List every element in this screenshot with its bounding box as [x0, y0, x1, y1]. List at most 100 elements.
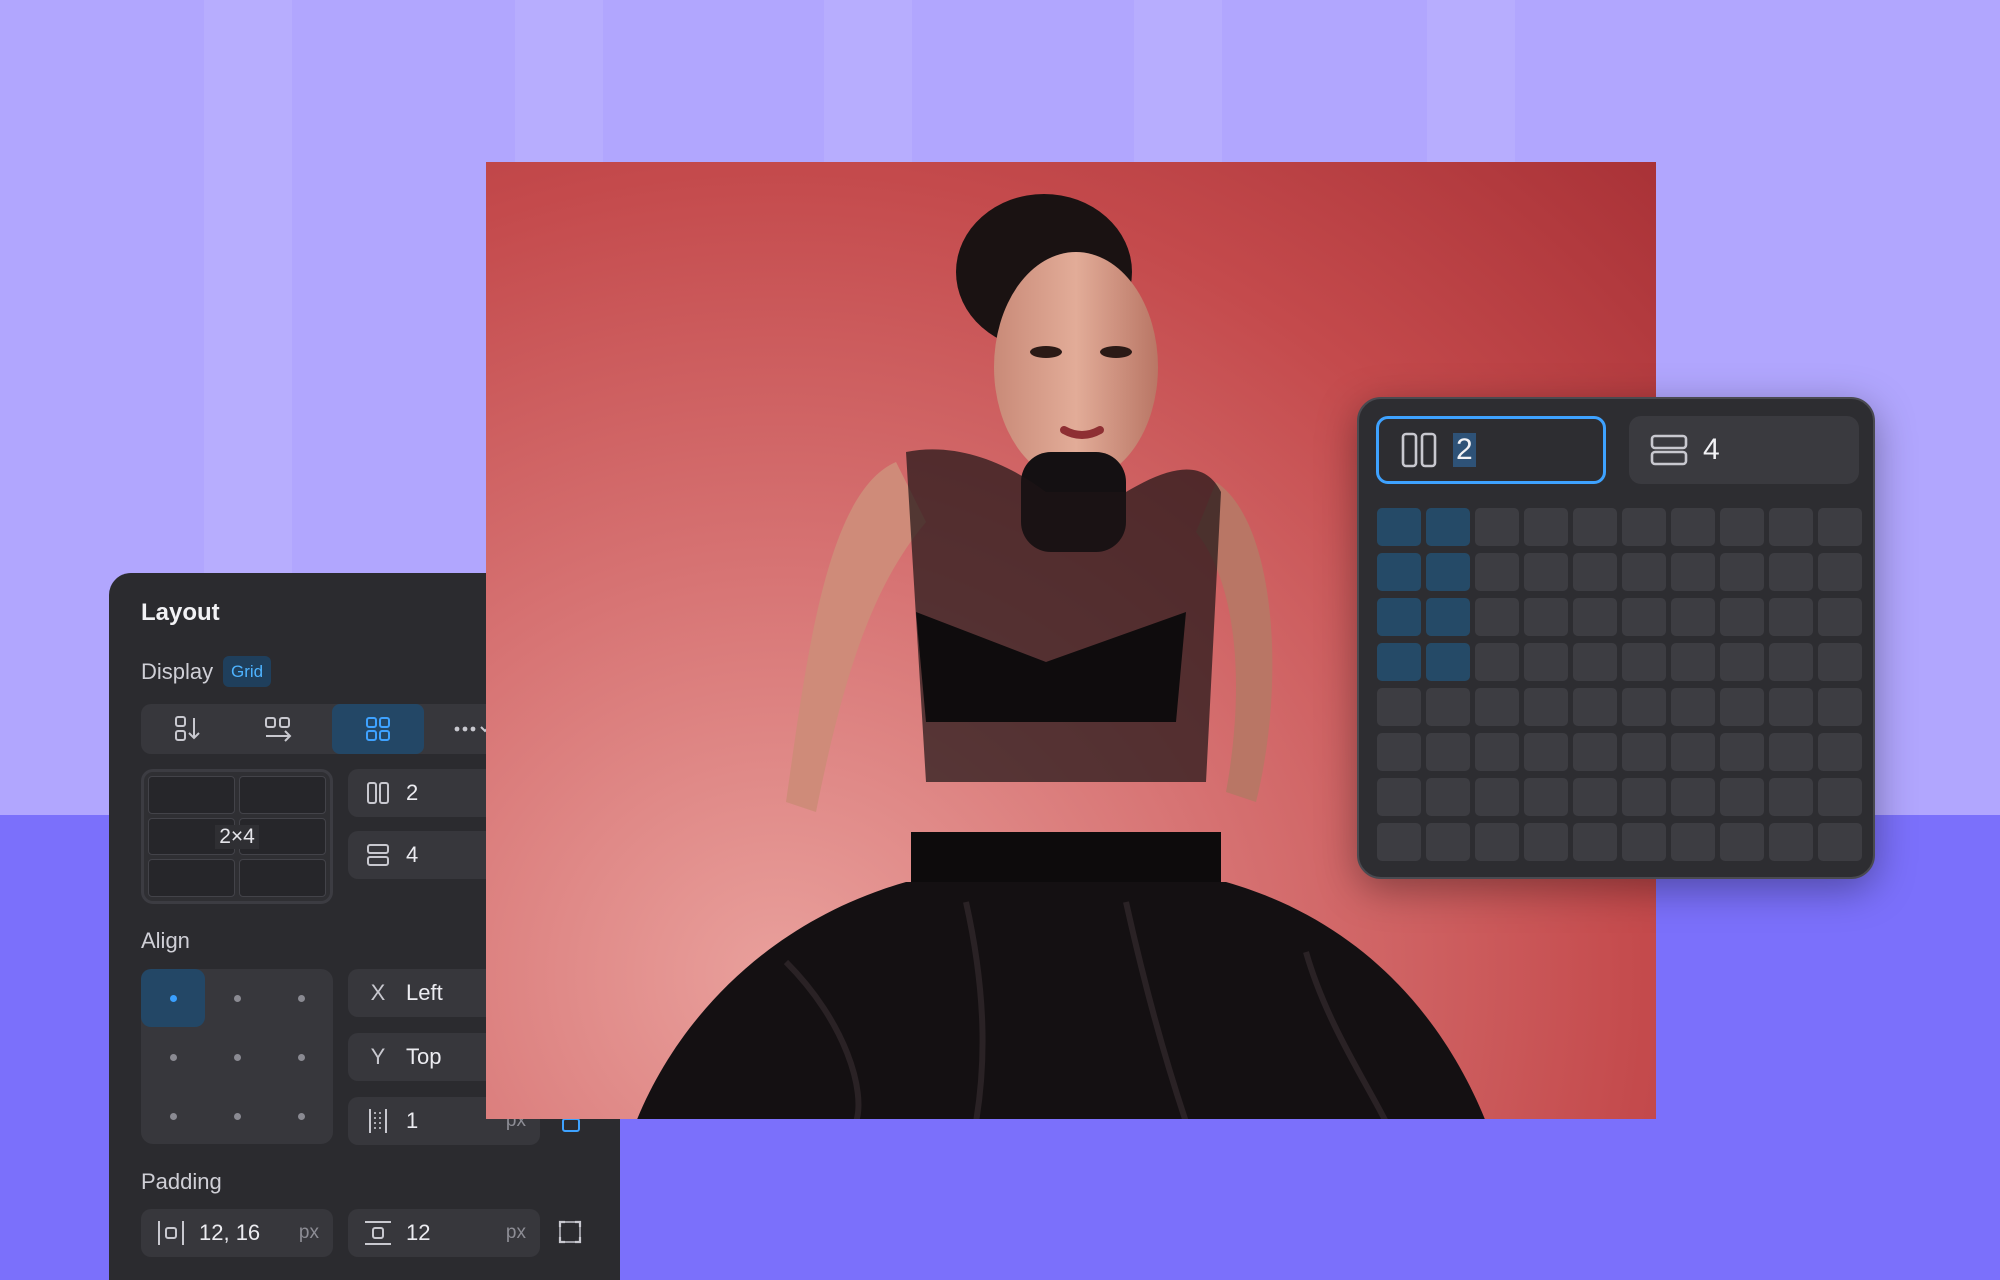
- grid-cell[interactable]: [1426, 553, 1470, 591]
- grid-cell[interactable]: [1671, 688, 1715, 726]
- grid-cell[interactable]: [1426, 823, 1470, 861]
- grid-cell[interactable]: [1475, 778, 1519, 816]
- grid-cell[interactable]: [1573, 688, 1617, 726]
- grid-cell[interactable]: [1671, 508, 1715, 546]
- grid-cell[interactable]: [1426, 688, 1470, 726]
- grid-cell[interactable]: [1475, 823, 1519, 861]
- grid-cell[interactable]: [1426, 598, 1470, 636]
- grid-cell[interactable]: [1524, 598, 1568, 636]
- grid-cell[interactable]: [1720, 823, 1764, 861]
- grid-cell[interactable]: [1426, 508, 1470, 546]
- grid-cell[interactable]: [1769, 553, 1813, 591]
- vertical-stack-button[interactable]: [141, 704, 233, 754]
- grid-cell[interactable]: [1475, 553, 1519, 591]
- grid-cell[interactable]: [1720, 688, 1764, 726]
- grid-cell[interactable]: [1671, 778, 1715, 816]
- grid-cell[interactable]: [1622, 688, 1666, 726]
- grid-cell[interactable]: [1573, 778, 1617, 816]
- grid-cell[interactable]: [1622, 733, 1666, 771]
- grid-cell-matrix[interactable]: [1377, 508, 1862, 862]
- grid-cell[interactable]: [1475, 733, 1519, 771]
- grid-cell[interactable]: [1573, 643, 1617, 681]
- grid-cell[interactable]: [1818, 688, 1862, 726]
- individual-padding-icon[interactable]: [557, 1219, 583, 1245]
- grid-cell[interactable]: [1622, 508, 1666, 546]
- grid-cell[interactable]: [1573, 553, 1617, 591]
- horizontal-stack-button[interactable]: [233, 704, 325, 754]
- align-dot-bottom-left[interactable]: [170, 1113, 177, 1120]
- grid-cell[interactable]: [1720, 778, 1764, 816]
- align-dot-center[interactable]: [234, 1054, 241, 1061]
- grid-cell[interactable]: [1573, 598, 1617, 636]
- padding-horizontal-field[interactable]: 12, 16 px: [141, 1209, 333, 1257]
- grid-cell[interactable]: [1622, 643, 1666, 681]
- padding-vertical-field[interactable]: 12 px: [348, 1209, 540, 1257]
- grid-cell[interactable]: [1622, 553, 1666, 591]
- align-dot-top-center[interactable]: [234, 995, 241, 1002]
- picker-rows-input[interactable]: 4: [1629, 416, 1859, 484]
- grid-cell[interactable]: [1818, 778, 1862, 816]
- grid-cell[interactable]: [1475, 643, 1519, 681]
- grid-cell[interactable]: [1720, 553, 1764, 591]
- grid-cell[interactable]: [1524, 508, 1568, 546]
- grid-cell[interactable]: [1377, 553, 1421, 591]
- grid-cell[interactable]: [1426, 778, 1470, 816]
- grid-cell[interactable]: [1622, 778, 1666, 816]
- grid-cell[interactable]: [1671, 733, 1715, 771]
- grid-cell[interactable]: [1377, 823, 1421, 861]
- grid-cell[interactable]: [1769, 643, 1813, 681]
- grid-cell[interactable]: [1818, 643, 1862, 681]
- grid-cell[interactable]: [1573, 823, 1617, 861]
- grid-cell[interactable]: [1818, 508, 1862, 546]
- align-dot-bottom-right[interactable]: [298, 1113, 305, 1120]
- grid-cell[interactable]: [1377, 643, 1421, 681]
- grid-cell[interactable]: [1769, 508, 1813, 546]
- grid-cell[interactable]: [1524, 643, 1568, 681]
- grid-cell[interactable]: [1720, 643, 1764, 681]
- grid-cell[interactable]: [1671, 643, 1715, 681]
- grid-cell[interactable]: [1573, 508, 1617, 546]
- grid-preview[interactable]: 2×4: [141, 769, 333, 904]
- grid-cell[interactable]: [1818, 553, 1862, 591]
- grid-cell[interactable]: [1475, 508, 1519, 546]
- grid-cell[interactable]: [1475, 598, 1519, 636]
- grid-cell[interactable]: [1720, 508, 1764, 546]
- grid-cell[interactable]: [1524, 778, 1568, 816]
- align-dot-top-left[interactable]: [170, 995, 177, 1002]
- grid-cell[interactable]: [1818, 823, 1862, 861]
- grid-cell[interactable]: [1769, 598, 1813, 636]
- grid-cell[interactable]: [1818, 733, 1862, 771]
- grid-cell[interactable]: [1524, 688, 1568, 726]
- grid-cell[interactable]: [1769, 733, 1813, 771]
- grid-cell[interactable]: [1377, 688, 1421, 726]
- grid-cell[interactable]: [1377, 598, 1421, 636]
- grid-mode-button[interactable]: [332, 704, 424, 754]
- grid-cell[interactable]: [1524, 733, 1568, 771]
- grid-cell[interactable]: [1622, 823, 1666, 861]
- grid-cell[interactable]: [1475, 688, 1519, 726]
- grid-cell[interactable]: [1524, 823, 1568, 861]
- alignment-picker[interactable]: [141, 969, 333, 1144]
- grid-cell[interactable]: [1573, 733, 1617, 771]
- grid-cell[interactable]: [1671, 823, 1715, 861]
- grid-cell[interactable]: [1671, 553, 1715, 591]
- align-dot-bottom-center[interactable]: [234, 1113, 241, 1120]
- grid-cell[interactable]: [1622, 598, 1666, 636]
- picker-columns-input[interactable]: 2: [1376, 416, 1606, 484]
- grid-cell[interactable]: [1426, 643, 1470, 681]
- grid-cell[interactable]: [1377, 733, 1421, 771]
- align-dot-middle-left[interactable]: [170, 1054, 177, 1061]
- align-dot-top-right[interactable]: [298, 995, 305, 1002]
- align-dot-middle-right[interactable]: [298, 1054, 305, 1061]
- grid-cell[interactable]: [1720, 733, 1764, 771]
- grid-cell[interactable]: [1769, 778, 1813, 816]
- grid-cell[interactable]: [1524, 553, 1568, 591]
- grid-cell[interactable]: [1377, 778, 1421, 816]
- grid-cell[interactable]: [1769, 688, 1813, 726]
- grid-cell[interactable]: [1720, 598, 1764, 636]
- grid-cell[interactable]: [1377, 508, 1421, 546]
- grid-cell[interactable]: [1769, 823, 1813, 861]
- grid-cell[interactable]: [1671, 598, 1715, 636]
- grid-cell[interactable]: [1426, 733, 1470, 771]
- grid-cell[interactable]: [1818, 598, 1862, 636]
